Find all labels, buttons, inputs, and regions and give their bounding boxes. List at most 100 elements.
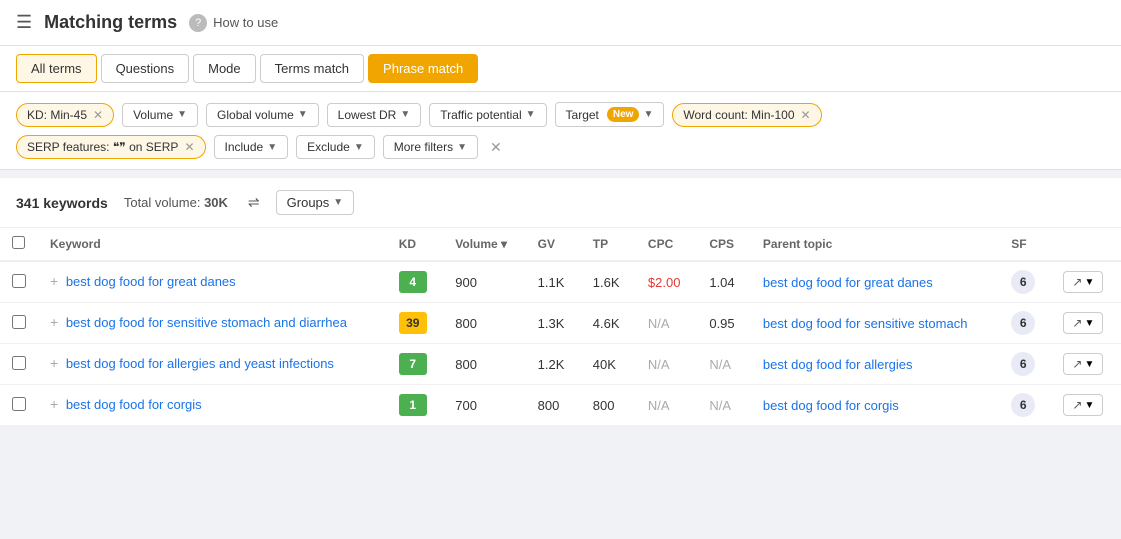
row-checkbox[interactable] <box>12 397 26 411</box>
trend-icon: ↗ <box>1072 398 1082 412</box>
groups-button[interactable]: Groups ▼ <box>276 190 355 215</box>
th-volume[interactable]: Volume ▾ <box>443 228 525 261</box>
serp-filter-chip[interactable]: SERP features: ❝❞ on SERP ✕ <box>16 135 206 159</box>
volume-chevron-icon: ▼ <box>177 109 187 120</box>
exclude-filter-btn[interactable]: Exclude ▼ <box>296 135 375 159</box>
volume-filter-btn[interactable]: Volume ▼ <box>122 103 198 127</box>
table-row: + best dog food for great danes 4 900 1.… <box>0 261 1121 303</box>
row-expand-icon[interactable]: + <box>50 355 58 371</box>
row-expand-icon[interactable]: + <box>50 314 58 330</box>
header: ☰ Matching terms ? How to use <box>0 0 1121 46</box>
row-tp-cell: 40K <box>581 344 636 385</box>
row-tp-cell: 800 <box>581 385 636 426</box>
serp-filter-close[interactable]: ✕ <box>184 140 194 154</box>
how-to-use-link[interactable]: How to use <box>213 15 278 30</box>
row-cpc-cell: N/A <box>636 303 697 344</box>
row-gv-cell: 1.1K <box>526 261 581 303</box>
row-sf-cell: 6 <box>999 385 1051 426</box>
kd-badge: 4 <box>399 271 427 293</box>
th-gv: GV <box>526 228 581 261</box>
row-checkbox[interactable] <box>12 356 26 370</box>
parent-topic-link[interactable]: best dog food for great danes <box>763 275 933 290</box>
global-volume-filter-btn[interactable]: Global volume ▼ <box>206 103 319 127</box>
row-kd-cell: 1 <box>387 385 444 426</box>
row-sf-cell: 6 <box>999 344 1051 385</box>
trend-icon: ↗ <box>1072 275 1082 289</box>
kd-filter-chip[interactable]: KD: Min-45 ✕ <box>16 103 114 127</box>
select-all-checkbox[interactable] <box>12 236 25 249</box>
row-cpc-cell: N/A <box>636 385 697 426</box>
trend-chevron-icon: ▼ <box>1084 400 1094 411</box>
row-expand-icon[interactable]: + <box>50 273 58 289</box>
kd-badge: 39 <box>399 312 427 334</box>
row-checkbox-cell <box>0 261 38 303</box>
tab-phrase-match[interactable]: Phrase match <box>368 54 478 83</box>
traffic-potential-filter-btn[interactable]: Traffic potential ▼ <box>429 103 546 127</box>
trend-chevron-icon: ▼ <box>1084 318 1094 329</box>
row-tp-cell: 1.6K <box>581 261 636 303</box>
keywords-count: 341 keywords <box>16 195 108 211</box>
row-expand-icon[interactable]: + <box>50 396 58 412</box>
th-kd: KD <box>387 228 444 261</box>
th-checkbox <box>0 228 38 261</box>
kd-filter-close[interactable]: ✕ <box>93 108 103 122</box>
lowest-dr-chevron-icon: ▼ <box>400 109 410 120</box>
trend-chevron-icon: ▼ <box>1084 359 1094 370</box>
sf-badge: 6 <box>1011 311 1035 335</box>
trend-button[interactable]: ↗ ▼ <box>1063 271 1103 293</box>
row-checkbox-cell <box>0 385 38 426</box>
trend-button[interactable]: ↗ ▼ <box>1063 312 1103 334</box>
content-area: 341 keywords Total volume: 30K ⇌ Groups … <box>0 178 1121 426</box>
help-icon[interactable]: ? <box>189 14 207 32</box>
sf-badge: 6 <box>1011 352 1035 376</box>
row-cps-cell: 0.95 <box>697 303 751 344</box>
row-checkbox[interactable] <box>12 274 26 288</box>
keyword-link[interactable]: best dog food for allergies and yeast in… <box>66 356 334 371</box>
row-checkbox[interactable] <box>12 315 26 329</box>
filters-section: KD: Min-45 ✕ Volume ▼ Global volume ▼ Lo… <box>0 92 1121 170</box>
row-volume-cell: 800 <box>443 344 525 385</box>
row-volume-cell: 900 <box>443 261 525 303</box>
keyword-link[interactable]: best dog food for great danes <box>66 274 236 289</box>
row-cpc-cell: $2.00 <box>636 261 697 303</box>
parent-topic-link[interactable]: best dog food for corgis <box>763 398 899 413</box>
row-parent-topic-cell: best dog food for great danes <box>751 261 999 303</box>
row-parent-topic-cell: best dog food for corgis <box>751 385 999 426</box>
row-cps-cell: 1.04 <box>697 261 751 303</box>
trend-button[interactable]: ↗ ▼ <box>1063 394 1103 416</box>
row-actions-cell: ↗ ▼ <box>1051 261 1121 303</box>
groups-chevron-icon: ▼ <box>333 197 343 208</box>
menu-icon[interactable]: ☰ <box>16 12 32 33</box>
trend-icon: ↗ <box>1072 316 1082 330</box>
lowest-dr-filter-btn[interactable]: Lowest DR ▼ <box>327 103 422 127</box>
more-filters-btn[interactable]: More filters ▼ <box>383 135 478 159</box>
tab-mode[interactable]: Mode <box>193 54 256 83</box>
trend-icon: ↗ <box>1072 357 1082 371</box>
global-volume-chevron-icon: ▼ <box>298 109 308 120</box>
row-kd-cell: 39 <box>387 303 444 344</box>
tab-all-terms[interactable]: All terms <box>16 54 97 83</box>
row-gv-cell: 1.2K <box>526 344 581 385</box>
parent-topic-link[interactable]: best dog food for sensitive stomach <box>763 316 968 331</box>
word-count-filter-chip[interactable]: Word count: Min-100 ✕ <box>672 103 821 127</box>
traffic-potential-chevron-icon: ▼ <box>526 109 536 120</box>
row-actions-cell: ↗ ▼ <box>1051 344 1121 385</box>
table-header-row: Keyword KD Volume ▾ GV TP CPC CPS Parent… <box>0 228 1121 261</box>
target-filter-btn[interactable]: Target New ▼ <box>555 102 665 127</box>
keyword-link[interactable]: best dog food for corgis <box>66 397 202 412</box>
table-row: + best dog food for sensitive stomach an… <box>0 303 1121 344</box>
row-action-buttons: ↗ ▼ <box>1063 394 1109 416</box>
kd-badge: 7 <box>399 353 427 375</box>
include-filter-btn[interactable]: Include ▼ <box>214 135 289 159</box>
kd-badge: 1 <box>399 394 427 416</box>
word-count-filter-close[interactable]: ✕ <box>801 108 811 122</box>
tab-questions[interactable]: Questions <box>101 54 190 83</box>
sf-badge: 6 <box>1011 270 1035 294</box>
keyword-link[interactable]: best dog food for sensitive stomach and … <box>66 315 347 330</box>
trend-button[interactable]: ↗ ▼ <box>1063 353 1103 375</box>
parent-topic-link[interactable]: best dog food for allergies <box>763 357 913 372</box>
tab-terms-match[interactable]: Terms match <box>260 54 364 83</box>
row-tp-cell: 4.6K <box>581 303 636 344</box>
keywords-table: Keyword KD Volume ▾ GV TP CPC CPS Parent… <box>0 228 1121 426</box>
clear-all-filters-icon[interactable]: ✕ <box>490 139 502 156</box>
